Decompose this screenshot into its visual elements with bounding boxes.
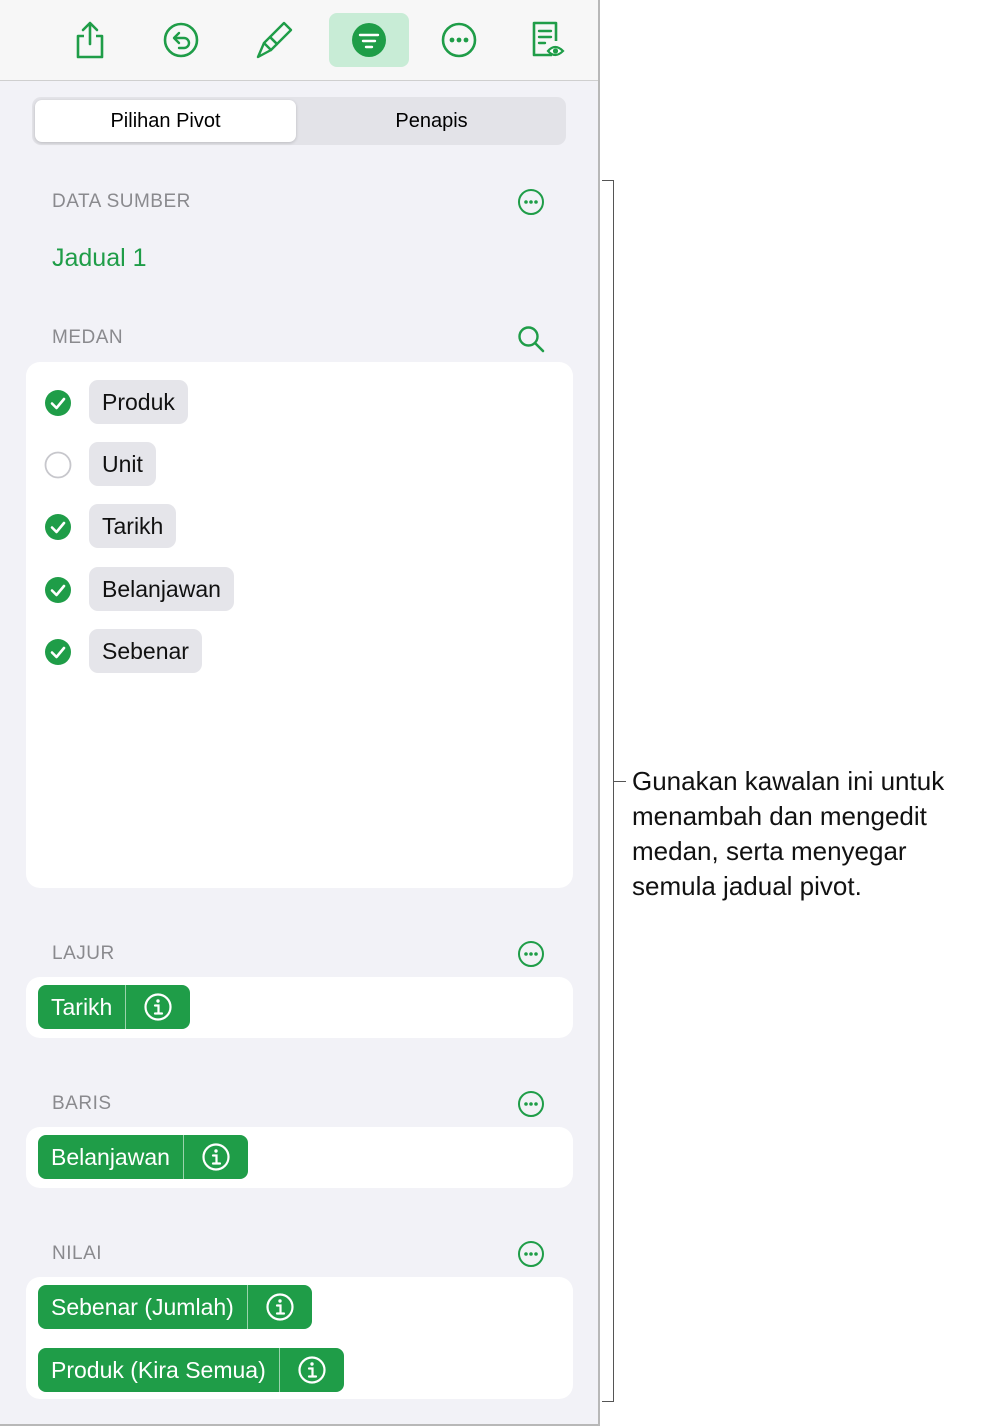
tab-filters[interactable]: Penapis <box>300 100 563 142</box>
values-header: NILAI <box>52 1243 103 1264</box>
field-chip[interactable]: Belanjawan <box>89 567 234 611</box>
undo-button[interactable] <box>141 13 221 67</box>
share-button[interactable] <box>50 13 130 67</box>
source-more-icon[interactable] <box>517 188 545 216</box>
field-chip[interactable]: Sebenar <box>89 629 202 673</box>
more-icon <box>441 22 477 58</box>
field-checkbox-unchecked[interactable] <box>44 451 72 479</box>
share-icon <box>76 21 104 59</box>
row-field-chip[interactable]: Belanjawan <box>38 1135 248 1179</box>
info-icon <box>202 1143 230 1171</box>
value-field-chip[interactable]: Produk (Kira Semua) <box>38 1348 344 1392</box>
row-field-label[interactable]: Belanjawan <box>38 1135 184 1179</box>
callout-text: Gunakan kawalan ini untuk menambah dan m… <box>632 766 945 901</box>
values-more-icon[interactable] <box>517 1240 545 1268</box>
field-chip[interactable]: Produk <box>89 380 188 424</box>
callout-bracket <box>602 180 614 1402</box>
toolbar <box>0 0 598 81</box>
pivot-options-panel: Pilihan Pivot Penapis DATA SUMBER Jadual… <box>0 0 600 1426</box>
format-button[interactable] <box>234 13 314 67</box>
source-data-header: DATA SUMBER <box>52 191 191 212</box>
search-icon[interactable] <box>517 325 545 353</box>
field-chip[interactable]: Tarikh <box>89 504 177 548</box>
info-icon <box>266 1293 294 1321</box>
source-table-link[interactable]: Jadual 1 <box>52 244 147 273</box>
field-checkbox-checked[interactable] <box>44 576 72 604</box>
columns-header: LAJUR <box>52 943 115 964</box>
column-field-chip[interactable]: Tarikh <box>38 985 191 1029</box>
organize-icon <box>352 23 386 57</box>
field-checkbox-checked[interactable] <box>44 389 72 417</box>
columns-more-icon[interactable] <box>517 940 545 968</box>
info-icon <box>298 1356 326 1384</box>
row-field-info-button[interactable] <box>184 1135 248 1179</box>
field-chip[interactable]: Unit <box>89 442 156 486</box>
more-button[interactable] <box>419 13 499 67</box>
value-field-info-button[interactable] <box>280 1348 344 1392</box>
value-field-label[interactable]: Produk (Kira Semua) <box>38 1348 280 1392</box>
rows-header: BARIS <box>52 1093 112 1114</box>
field-checkbox-checked[interactable] <box>44 638 72 666</box>
reading-view-icon <box>532 21 565 57</box>
value-field-chip[interactable]: Sebenar (Jumlah) <box>38 1285 312 1329</box>
column-field-label[interactable]: Tarikh <box>38 985 127 1029</box>
organize-button[interactable] <box>329 13 409 67</box>
undo-icon <box>163 22 199 58</box>
fields-list <box>26 362 573 888</box>
tab-pivot-options[interactable]: Pilihan Pivot <box>35 100 296 142</box>
value-field-label[interactable]: Sebenar (Jumlah) <box>38 1285 248 1329</box>
info-icon <box>144 993 172 1021</box>
reading-view-button[interactable] <box>507 13 587 67</box>
pivot-tab-control: Pilihan Pivot Penapis <box>32 97 566 145</box>
callout-leader <box>614 781 626 782</box>
paintbrush-icon <box>256 21 293 59</box>
column-field-info-button[interactable] <box>126 985 190 1029</box>
fields-header: MEDAN <box>52 327 124 348</box>
field-checkbox-checked[interactable] <box>44 513 72 541</box>
value-field-info-button[interactable] <box>248 1285 312 1329</box>
rows-more-icon[interactable] <box>517 1090 545 1118</box>
